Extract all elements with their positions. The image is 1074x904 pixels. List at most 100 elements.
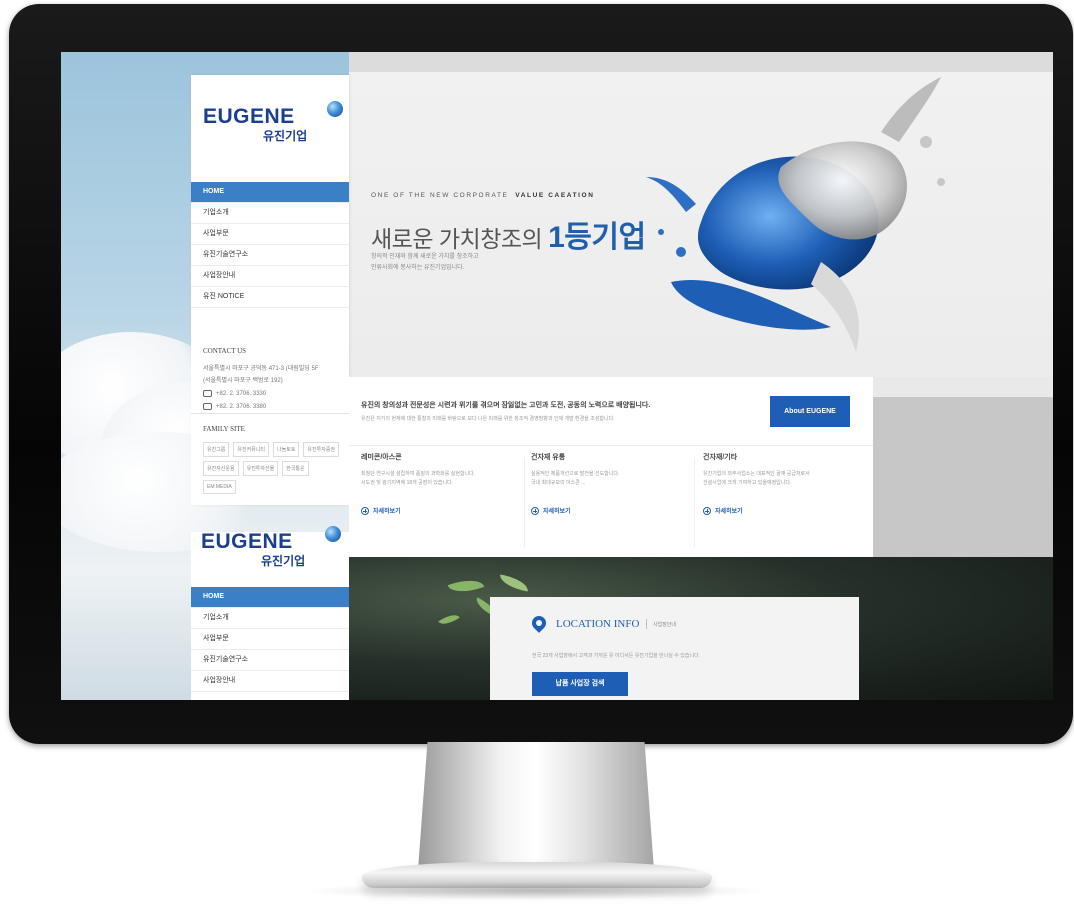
business-title: 건자재/기타 bbox=[703, 454, 738, 461]
more-link[interactable]: 자세히보기 bbox=[703, 506, 853, 515]
hero-title-highlight: 1등기업 bbox=[548, 221, 646, 254]
hero-title-text: 새로운 가치창조의 bbox=[371, 226, 543, 252]
nav-item-business[interactable]: 사업부문 bbox=[191, 629, 349, 650]
business-title: 건자재 유통 bbox=[531, 454, 566, 461]
family-site-links: 유진그룹 유진커뮤니티 나눔토토 유진투자증권 유진자산운용 유진투자선물 한국… bbox=[203, 442, 343, 494]
more-link-label: 자세히보기 bbox=[373, 509, 401, 515]
family-site-section: FAMILY SITE 유진그룹 유진커뮤니티 나눔토토 유진투자증권 유진자산… bbox=[203, 425, 343, 494]
business-desc: 실용적인 제품개선으로 발전을 선도합니다. 국내 최대규모의 이스콘 ... bbox=[531, 470, 681, 496]
nav-item-company[interactable]: 기업소개 bbox=[191, 608, 349, 629]
family-link[interactable]: 나눔토토 bbox=[273, 442, 300, 457]
leaf-image bbox=[447, 573, 485, 599]
hero-desc-line: 창의적 인재와 함께 새로운 가치를 창조하고 bbox=[371, 254, 479, 260]
more-link[interactable]: 자세히보기 bbox=[531, 506, 681, 515]
fax-icon bbox=[203, 403, 212, 410]
business-desc-line: 실용적인 제품개선으로 발전을 선도합니다. bbox=[531, 471, 620, 477]
hero-title: 새로운 가치창조의 1등기업 bbox=[371, 212, 646, 256]
contact-address: 서울특별시 마포구 공덕동 471-3 (대림빌딩 5F bbox=[203, 366, 319, 372]
hero-eyebrow-bold: VALUE CAEATION bbox=[515, 192, 595, 199]
leaf-image bbox=[438, 610, 460, 629]
intro-panel: 유진의 창의성과 전문성은 시련과 위기를 겪으며 잠잃없는 고민과 도전, 공… bbox=[349, 377, 873, 557]
logo-text-ko: 유진기업 bbox=[261, 554, 306, 568]
map-pin-icon bbox=[529, 613, 549, 633]
nav-item-company[interactable]: 기업소개 bbox=[191, 203, 349, 224]
contact-section: CONTACT US 서울특별시 마포구 공덕동 471-3 (대림빌딩 5F … bbox=[203, 347, 343, 410]
more-link-label: 자세히보기 bbox=[715, 509, 743, 515]
monitor-bezel: ONE OF THE NEW CORPORATE VALUE CAEATION … bbox=[9, 4, 1073, 744]
plus-circle-icon bbox=[703, 506, 711, 515]
hero-eyebrow-text: ONE OF THE NEW CORPORATE bbox=[371, 192, 509, 199]
business-desc: 최첨단 연구시설 설립하여 품질의 과학화를 실현합니다. 시도권 및 광기지역… bbox=[361, 470, 511, 496]
location-desc: 전국 23개 사업장에서 고객과 가까운 유 어디서든 유진기업을 만나실 수 … bbox=[532, 653, 701, 659]
plus-circle-icon bbox=[361, 506, 369, 515]
title-separator bbox=[646, 619, 647, 629]
family-link[interactable]: 유진그룹 bbox=[203, 442, 230, 457]
hero-description: 창의적 인재와 함께 새로운 가치를 창조하고 인류사회에 봉사하는 유진기업입… bbox=[371, 252, 479, 274]
location-subtitle: 사업장안내 bbox=[653, 622, 677, 628]
tel-number: +82. 2. 3706. 3330 bbox=[216, 390, 267, 397]
stand-shadow bbox=[300, 882, 770, 900]
site-search-button[interactable]: 납품 사업장 검색 bbox=[532, 672, 628, 696]
nav-item-home[interactable]: HOME bbox=[191, 182, 349, 203]
business-card: 건자재/기타 유진기업의 외주사업소는 대표적인 골재 공급처로서 건설사업에 … bbox=[703, 452, 853, 542]
globe-icon bbox=[325, 526, 341, 542]
family-link[interactable]: 유진투자선물 bbox=[242, 461, 279, 476]
nav-item-business[interactable]: 사업부문 bbox=[191, 224, 349, 245]
location-panel: LOCATION INFO 사업장안내 전국 23개 사업장에서 고객과 가까운… bbox=[490, 597, 859, 700]
leaf-image bbox=[498, 574, 530, 592]
globe-icon bbox=[327, 101, 343, 117]
nav-item-research[interactable]: 유진기술연구소 bbox=[191, 650, 349, 671]
nav-item-research[interactable]: 유진기술연구소 bbox=[191, 245, 349, 266]
nav-item-locations[interactable]: 사업장안내 bbox=[191, 671, 349, 692]
nav-item-notice[interactable]: 유진 NOTICE bbox=[191, 287, 349, 308]
business-desc-line: 최첨단 연구시설 설립하여 품질의 과학화를 실현합니다. bbox=[361, 471, 476, 477]
family-link[interactable]: 유진투자증권 bbox=[303, 442, 340, 457]
gray-block bbox=[873, 397, 1053, 557]
contact-fax: +82. 2. 3706. 3380 bbox=[203, 403, 343, 410]
contact-tel: +82. 2. 3706. 3330 bbox=[203, 390, 343, 397]
nav-item-home[interactable]: HOME bbox=[191, 587, 349, 608]
fax-number: +82. 2. 3706. 3380 bbox=[216, 403, 267, 410]
main-nav: HOME 기업소개 사업부문 유진기술연구소 사업장안내 유진 NOTICE bbox=[191, 182, 349, 308]
business-desc-line: 건설사업에 크게 기여하고 있을예정입니다. bbox=[703, 480, 792, 486]
monitor-stand bbox=[418, 742, 654, 870]
family-link[interactable]: 유진커뮤니티 bbox=[233, 442, 270, 457]
contact-title: CONTACT US bbox=[203, 347, 247, 355]
logo-text-ko: 유진기업 bbox=[263, 129, 308, 143]
hero-eyebrow: ONE OF THE NEW CORPORATE VALUE CAEATION bbox=[371, 192, 595, 199]
plus-circle-icon bbox=[531, 506, 539, 515]
water-splash-image bbox=[646, 77, 945, 352]
intro-strip: 유진의 창의성과 전문성은 시련과 위기를 겪으며 잠잃없는 고민과 도전, 공… bbox=[349, 377, 873, 446]
main-nav-repeat: HOME 기업소개 사업부문 유진기술연구소 사업장안내 bbox=[191, 587, 349, 692]
family-link[interactable]: EM MEDIA bbox=[203, 480, 236, 494]
business-desc: 유진기업의 외주사업소는 대표적인 골재 공급처로서 건설사업에 크게 기여하고… bbox=[703, 470, 853, 496]
more-link[interactable]: 자세히보기 bbox=[361, 506, 511, 515]
intro-subline: 유진은 지거의 현재에 대한 통찰과 미래를 바탕으로 보다 나은 미래를 위한… bbox=[361, 416, 615, 422]
business-card: 레미콘/아스콘 최첨단 연구시설 설립하여 품질의 과학화를 실현합니다. 시도… bbox=[361, 452, 511, 542]
column-divider bbox=[694, 457, 695, 547]
column-divider bbox=[524, 457, 525, 547]
sidebar: EUGENE 유진기업 HOME 기업소개 사업부문 유진기술연구소 사업장안내… bbox=[191, 75, 349, 505]
business-desc-line: 국내 최대규모의 이스콘 ... bbox=[531, 480, 586, 486]
about-eugene-button[interactable]: About EUGENE bbox=[770, 396, 850, 427]
nav-item-locations[interactable]: 사업장안내 bbox=[191, 266, 349, 287]
eugene-logo-repeat[interactable]: EUGENE 유진기업 bbox=[201, 526, 341, 574]
intro-headline: 유진의 창의성과 전문성은 시련과 위기를 겪으며 잠잃없는 고민과 도전, 공… bbox=[361, 402, 651, 409]
business-title: 레미콘/아스콘 bbox=[361, 454, 402, 461]
logo-text-en: EUGENE bbox=[201, 530, 293, 553]
business-card: 건자재 유통 실용적인 제품개선으로 발전을 선도합니다. 국내 최대규모의 이… bbox=[531, 452, 681, 542]
hero-desc-line: 인류사회에 봉사하는 유진기업입니다. bbox=[371, 265, 465, 271]
more-link-label: 자세히보기 bbox=[543, 509, 571, 515]
eugene-logo[interactable]: EUGENE 유진기업 bbox=[203, 101, 343, 149]
family-site-title: FAMILY SITE bbox=[203, 425, 245, 433]
sidebar-divider bbox=[191, 413, 349, 414]
location-title: LOCATION INFO bbox=[556, 618, 640, 630]
phone-icon bbox=[203, 390, 212, 397]
family-link[interactable]: 유진자산운용 bbox=[203, 461, 239, 476]
business-desc-line: 유진기업의 외주사업소는 대표적인 골재 공급처로서 bbox=[703, 471, 810, 477]
logo-text-en: EUGENE bbox=[203, 105, 295, 128]
business-desc-line: 시도권 및 광기지역에 18개 공장이 있습니다. bbox=[361, 480, 454, 486]
family-link[interactable]: 한국통운 bbox=[282, 461, 309, 476]
website-screen: ONE OF THE NEW CORPORATE VALUE CAEATION … bbox=[61, 52, 1053, 700]
contact-address: (서울특별시 마포구 백범로 192) bbox=[203, 378, 283, 384]
